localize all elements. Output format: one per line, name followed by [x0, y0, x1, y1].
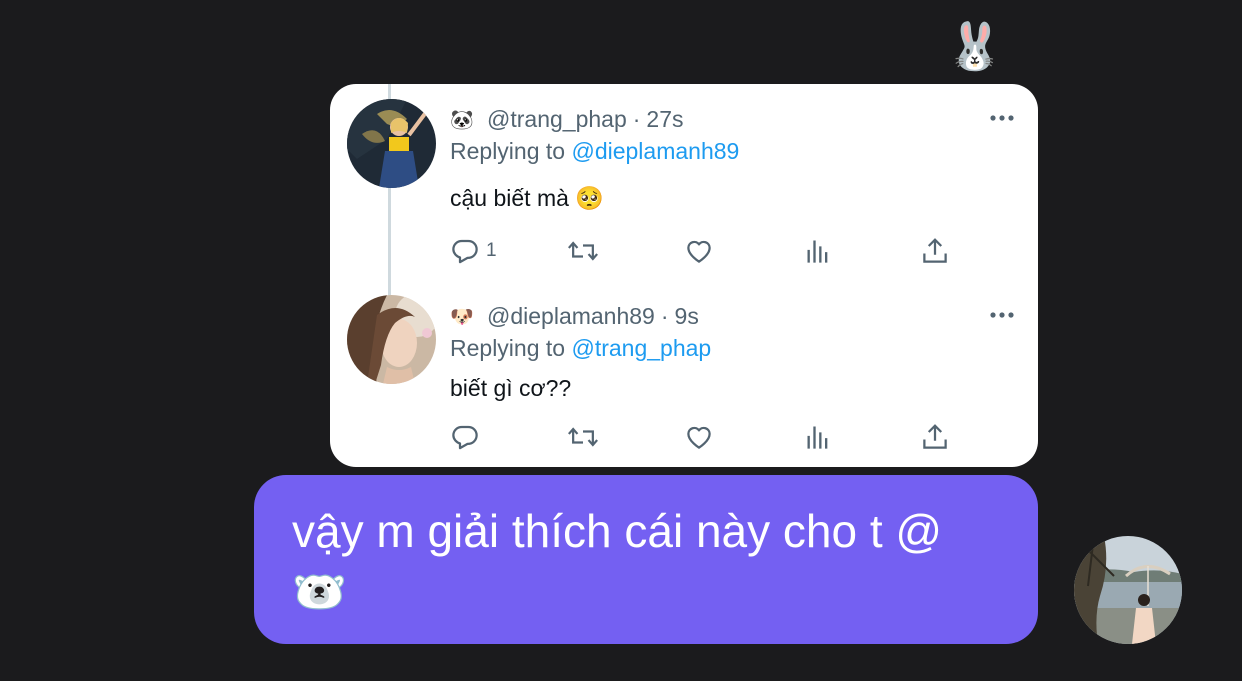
share-icon [920, 236, 950, 266]
separator-dot: · [632, 106, 641, 132]
views-button[interactable] [804, 420, 832, 454]
display-name-emoji: 🐼 [450, 109, 474, 131]
more-options-icon[interactable] [988, 108, 1016, 128]
timestamp[interactable]: 27s [646, 106, 683, 133]
retweet-button[interactable] [567, 234, 599, 268]
sender-avatar[interactable] [1074, 536, 1182, 644]
reply-icon [450, 422, 480, 452]
replying-to-line: Replying to @trang_phap [450, 335, 711, 362]
polar-bear-emoji: 🐻‍❄️ [292, 568, 347, 617]
reply-button[interactable]: 1 [450, 234, 497, 268]
retweet-icon [567, 422, 599, 452]
like-icon [684, 422, 714, 452]
views-icon [804, 422, 832, 452]
display-name-emoji: 🐶 [450, 306, 474, 328]
tweet-header: 🐼 @trang_phap · 27s [450, 106, 684, 133]
tweet[interactable]: 🐼 @trang_phap · 27s Replying to @dieplam… [330, 84, 1038, 284]
views-icon [804, 236, 832, 266]
like-button[interactable] [684, 420, 714, 454]
replying-to-line: Replying to @dieplamanh89 [450, 138, 739, 165]
message-reaction-emoji[interactable]: 🐰 [946, 18, 1003, 74]
avatar[interactable] [347, 295, 436, 384]
username-link[interactable]: @dieplamanh89 [487, 303, 655, 330]
message-text-content: vậy m giải thích cái này cho t @ [292, 505, 943, 557]
share-button[interactable] [920, 234, 950, 268]
timestamp[interactable]: 9s [675, 303, 699, 330]
mention-link[interactable]: @trang_phap [571, 335, 711, 361]
more-options-icon[interactable] [988, 305, 1016, 325]
message-bubble[interactable]: vậy m giải thích cái này cho t @ 🐻‍❄️ [254, 475, 1038, 644]
tweet-actions [450, 420, 1010, 454]
views-button[interactable] [804, 234, 832, 268]
like-button[interactable] [684, 234, 714, 268]
reply-count: 1 [486, 240, 497, 261]
shared-tweet-card[interactable]: 🐼 @trang_phap · 27s Replying to @dieplam… [330, 84, 1038, 467]
tweet-text: biết gì cơ?? [450, 375, 572, 401]
separator-dot: · [660, 303, 669, 329]
like-icon [684, 236, 714, 266]
share-icon [920, 422, 950, 452]
tweet-actions: 1 [450, 234, 1010, 268]
replying-to-label: Replying to [450, 138, 566, 164]
retweet-icon [567, 236, 599, 266]
avatar[interactable] [347, 99, 436, 188]
replying-to-label: Replying to [450, 335, 566, 361]
tweet-header: 🐶 @dieplamanh89 · 9s [450, 303, 699, 330]
tweet[interactable]: 🐶 @dieplamanh89 · 9s Replying to @trang_… [330, 284, 1038, 467]
retweet-button[interactable] [567, 420, 599, 454]
tweet-text: cậu biết mà 🥺 [450, 185, 604, 211]
reply-icon [450, 236, 480, 266]
mention-link[interactable]: @dieplamanh89 [571, 138, 739, 164]
username-link[interactable]: @trang_phap [487, 106, 627, 133]
share-button[interactable] [920, 420, 950, 454]
message-text: vậy m giải thích cái này cho t @ 🐻‍❄️ [292, 501, 1008, 623]
reply-button[interactable] [450, 420, 486, 454]
